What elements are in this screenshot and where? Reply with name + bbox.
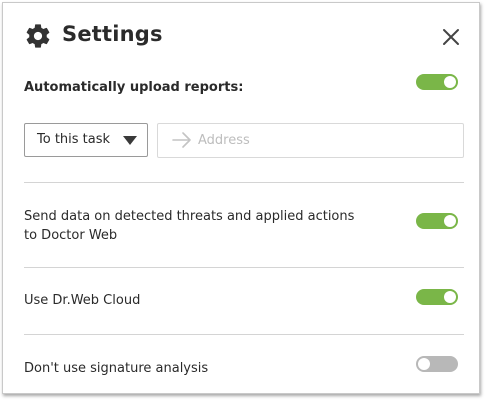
no-signature-analysis-label: Don't use signature analysis xyxy=(24,361,209,376)
dialog-title: Settings xyxy=(62,22,163,46)
toggle-knob xyxy=(444,291,456,303)
toggle-knob xyxy=(444,215,456,227)
arrow-right-icon xyxy=(172,132,191,148)
caret-down-icon xyxy=(123,136,137,145)
divider xyxy=(24,334,464,335)
upload-reports-toggle[interactable] xyxy=(416,74,458,90)
close-icon[interactable] xyxy=(439,25,463,49)
upload-reports-label: Automatically upload reports: xyxy=(24,80,244,95)
toggle-knob xyxy=(444,76,456,88)
settings-dialog: Settings Automatically upload reports: T… xyxy=(2,2,480,394)
divider xyxy=(24,182,464,183)
address-input[interactable] xyxy=(196,124,460,157)
toggle-knob xyxy=(418,358,430,370)
divider xyxy=(24,267,464,268)
no-signature-analysis-toggle[interactable] xyxy=(416,356,458,372)
use-cloud-label: Use Dr.Web Cloud xyxy=(24,293,141,308)
upload-target-value: To this task xyxy=(37,132,111,147)
address-field xyxy=(157,123,464,158)
gear-icon xyxy=(26,24,50,48)
upload-target-select[interactable]: To this task xyxy=(24,123,148,157)
send-threat-data-label: Send data on detected threats and applie… xyxy=(24,209,355,243)
use-cloud-toggle[interactable] xyxy=(416,289,458,305)
send-threat-data-toggle[interactable] xyxy=(416,213,458,229)
